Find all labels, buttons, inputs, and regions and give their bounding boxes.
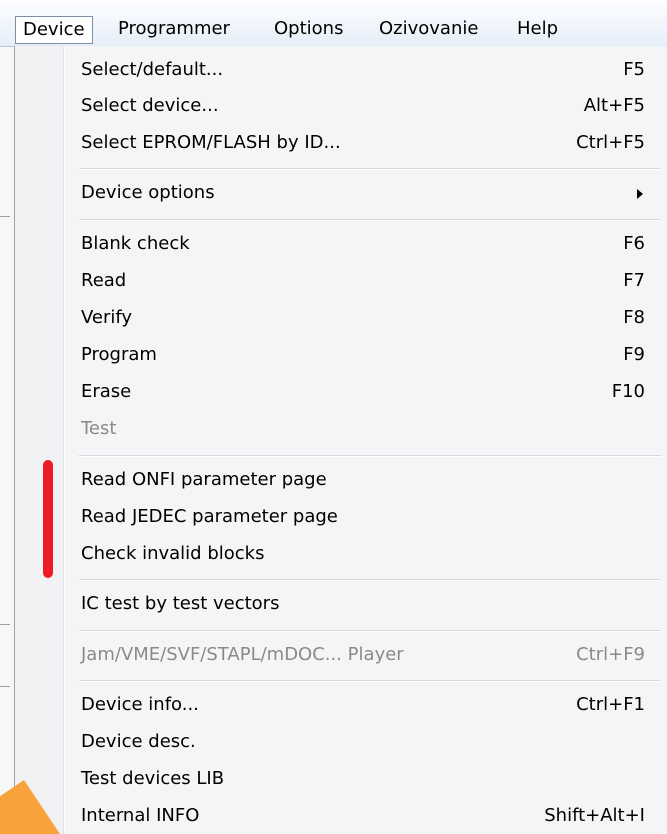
menu-item-test[interactable]: Test (65, 411, 665, 447)
menu-item-internal-info[interactable]: Internal INFO Shift+Alt+I (65, 798, 665, 834)
menu-item-label: Test devices LIB (81, 768, 225, 789)
menu-item-shortcut: Alt+F5 (583, 95, 645, 116)
menu-item-label: Test (81, 418, 117, 439)
menu-item-shortcut: F8 (623, 307, 645, 328)
submenu-arrow-icon (637, 189, 643, 199)
menu-item-erase[interactable]: Erase F10 (65, 374, 665, 410)
menu-item-shortcut: F9 (623, 344, 645, 365)
menu-item-label: Select EPROM/FLASH by ID... (81, 132, 341, 153)
menu-separator (65, 219, 665, 221)
menu-item-label: Read (81, 270, 127, 291)
menu-item-shortcut: F6 (623, 233, 645, 254)
menu-item-label: Device options (81, 182, 215, 203)
menu-item-read-jedec-parameter-page[interactable]: Read JEDEC parameter page (65, 499, 665, 535)
menu-item-label: Program (81, 344, 157, 365)
menu-item-shortcut: Shift+Alt+I (544, 805, 645, 826)
menu-device[interactable]: Device (15, 16, 93, 44)
menu-item-device-info[interactable]: Device info... Ctrl+F1 (65, 687, 665, 723)
menu-item-jam-player[interactable]: Jam/VME/SVF/STAPL/mDOC... Player Ctrl+F9 (65, 637, 665, 673)
menu-separator (65, 455, 665, 457)
menu-item-blank-check[interactable]: Blank check F6 (65, 226, 665, 262)
menu-item-program[interactable]: Program F9 (65, 337, 665, 373)
menu-item-select-eprom-flash-by-id[interactable]: Select EPROM/FLASH by ID... Ctrl+F5 (65, 125, 665, 161)
menu-bar: Device Programmer Options Ozivovanie Hel… (0, 0, 667, 47)
menu-item-shortcut: Ctrl+F9 (576, 644, 645, 665)
menu-item-label: Select/default... (81, 59, 224, 80)
menu-item-label: IC test by test vectors (81, 593, 280, 614)
menu-icon-gutter (15, 46, 65, 834)
menu-item-select-device[interactable]: Select device... Alt+F5 (65, 88, 665, 124)
menu-separator (65, 579, 665, 581)
menu-item-label: Device desc. (81, 731, 196, 752)
menu-item-verify[interactable]: Verify F8 (65, 300, 665, 336)
menu-item-read-onfi-parameter-page[interactable]: Read ONFI parameter page (65, 462, 665, 498)
menu-item-test-devices-lib[interactable]: Test devices LIB (65, 761, 665, 797)
menu-item-shortcut: Ctrl+F1 (576, 694, 645, 715)
menu-programmer[interactable]: Programmer (111, 15, 237, 43)
menu-item-label: Jam/VME/SVF/STAPL/mDOC... Player (81, 644, 404, 665)
background-tick (0, 624, 10, 625)
red-highlight-marker (43, 460, 53, 578)
menu-item-shortcut: F7 (623, 270, 645, 291)
menu-item-label: Erase (81, 381, 132, 402)
menu-item-ic-test-by-test-vectors[interactable]: IC test by test vectors (65, 586, 665, 622)
menu-item-label: Verify (81, 307, 133, 328)
menu-options[interactable]: Options (267, 15, 350, 43)
menu-separator (65, 630, 665, 632)
background-window-edge (0, 46, 15, 834)
menu-help[interactable]: Help (510, 15, 565, 43)
menu-item-label: Read ONFI parameter page (81, 469, 327, 490)
menu-item-label: Device info... (81, 694, 199, 715)
background-tick (0, 686, 10, 687)
menu-item-label: Select device... (81, 95, 219, 116)
device-dropdown-menu: Select/default... F5 Select device... Al… (14, 46, 667, 834)
menu-item-device-desc[interactable]: Device desc. (65, 724, 665, 760)
background-tick (0, 216, 10, 217)
menu-item-label: Read JEDEC parameter page (81, 506, 338, 527)
menu-separator (65, 680, 665, 682)
menu-item-shortcut: Ctrl+F5 (576, 132, 645, 153)
menu-ozivovanie[interactable]: Ozivovanie (372, 15, 485, 43)
menu-item-read[interactable]: Read F7 (65, 263, 665, 299)
menu-item-label: Blank check (81, 233, 190, 254)
menu-item-select-default[interactable]: Select/default... F5 (65, 52, 665, 88)
menu-item-shortcut: F10 (611, 381, 645, 402)
menu-item-shortcut: F5 (623, 59, 645, 80)
menu-separator (65, 168, 665, 170)
menu-item-label: Check invalid blocks (81, 543, 265, 564)
menu-item-device-options[interactable]: Device options (65, 175, 665, 211)
menu-item-label: Internal INFO (81, 805, 200, 826)
menu-item-check-invalid-blocks[interactable]: Check invalid blocks (65, 536, 665, 572)
